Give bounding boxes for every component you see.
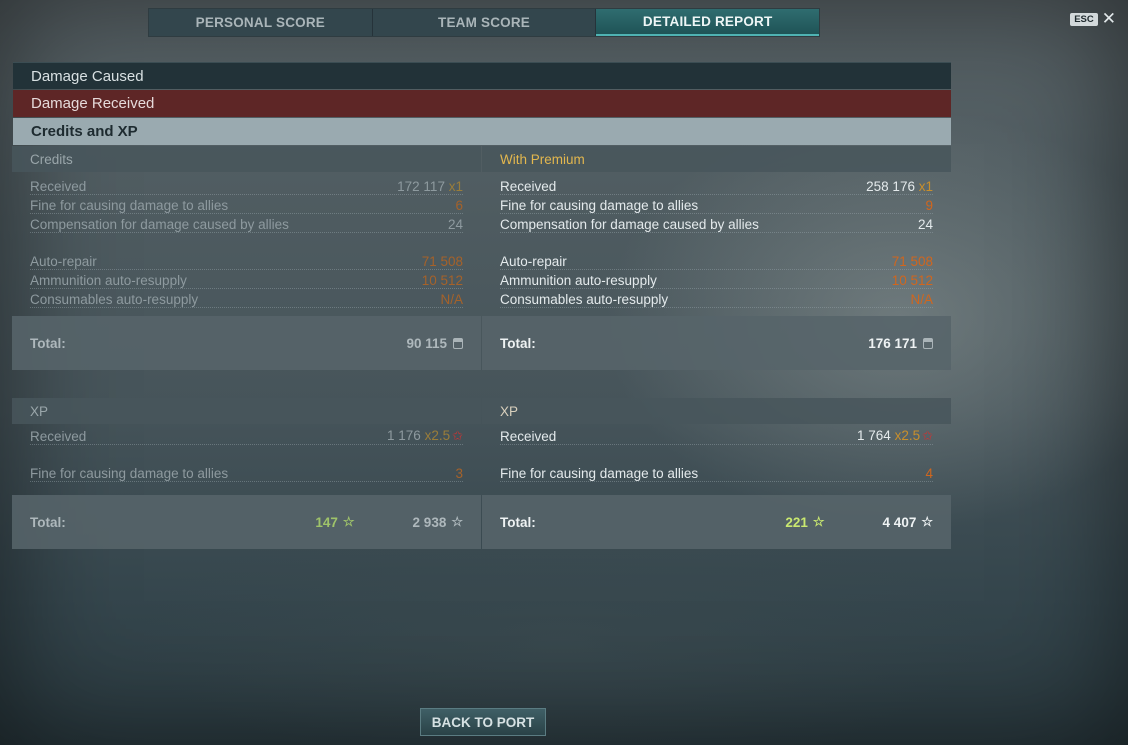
value: 6 xyxy=(455,198,463,213)
row-fine: Fine for causing damage to allies 3 xyxy=(30,463,463,482)
value: 4 xyxy=(925,466,933,481)
total-value: 90 115 xyxy=(406,335,447,351)
xp-panel-premium: XP Received 1 764 x2.5 ✩ Fine for causing… xyxy=(482,398,951,482)
row-auto-repair: Auto-repair 71 508 xyxy=(30,251,463,270)
star-bonus-icon: ✩ xyxy=(452,428,463,443)
panel-title: Credits xyxy=(12,146,481,172)
back-to-port-button[interactable]: BACK TO PORT xyxy=(420,708,546,736)
row-consumables-resupply: Consumables auto-resupply N/A xyxy=(30,289,463,308)
multiplier: x2.5 xyxy=(894,428,921,443)
panel-title: XP xyxy=(12,398,481,424)
value: 1 764 xyxy=(857,428,891,443)
total-value: 176 171 xyxy=(868,335,917,351)
report-tabs: PERSONAL SCORE TEAM SCORE DETAILED REPOR… xyxy=(148,8,820,37)
xp-total-standard: Total: 147 ☆ 2 938 ☆ xyxy=(12,495,481,549)
tab-personal-score[interactable]: PERSONAL SCORE xyxy=(149,9,373,36)
panel-title: XP xyxy=(482,398,951,424)
row-compensation: Compensation for damage caused by allies… xyxy=(30,214,463,233)
value: 172 117 xyxy=(397,179,445,194)
value: 9 xyxy=(925,198,933,213)
value: N/A xyxy=(440,292,463,307)
value: 1 176 xyxy=(387,428,421,443)
row-ammo-resupply: Ammunition auto-resupply 10 512 xyxy=(500,270,933,289)
free-xp-star-icon: ☆ xyxy=(342,514,355,529)
xp-panel-standard: XP Received 1 176 x2.5 ✩ Fine for causing… xyxy=(12,398,481,482)
esc-key-badge: ESC xyxy=(1070,12,1098,26)
close-icon[interactable]: ✕ xyxy=(1102,10,1116,27)
total-label: Total: xyxy=(500,514,536,530)
value: 71 508 xyxy=(421,254,463,269)
row-fine: Fine for causing damage to allies 6 xyxy=(30,195,463,214)
value: 71 508 xyxy=(891,254,933,269)
multiplier: x1 xyxy=(448,179,463,194)
xp-value: 2 938 xyxy=(412,514,447,530)
section-credits-xp[interactable]: Credits and XP xyxy=(13,118,951,145)
section-damage-caused[interactable]: Damage Caused xyxy=(13,62,951,89)
credits-total-standard: Total: 90 115 xyxy=(12,316,481,370)
row-ammo-resupply: Ammunition auto-resupply 10 512 xyxy=(30,270,463,289)
multiplier: x1 xyxy=(918,179,933,194)
row-fine: Fine for causing damage to allies 4 xyxy=(500,463,933,482)
xp-star-icon: ☆ xyxy=(921,514,933,529)
total-label: Total: xyxy=(500,335,536,351)
panel-title: With Premium xyxy=(482,146,951,172)
credits-icon xyxy=(923,337,933,349)
xp-value: 4 407 xyxy=(882,514,917,530)
credits-icon xyxy=(453,337,463,349)
xp-star-icon: ☆ xyxy=(451,514,463,529)
value: 10 512 xyxy=(891,273,933,288)
row-received: Received 258 176 x1 xyxy=(500,176,933,195)
row-received: Received 1 764 x2.5 ✩ xyxy=(500,428,933,445)
credits-total-premium: Total: 176 171 xyxy=(482,316,951,370)
credits-panel-premium: With Premium Received 258 176 x1 Fine fo… xyxy=(482,146,951,308)
total-label: Total: xyxy=(30,514,66,530)
tab-team-score[interactable]: TEAM SCORE xyxy=(373,9,597,36)
row-received: Received 1 176 x2.5 ✩ xyxy=(30,428,463,445)
value: 24 xyxy=(917,217,933,232)
multiplier: x2.5 xyxy=(424,428,451,443)
row-auto-repair: Auto-repair 71 508 xyxy=(500,251,933,270)
value: 3 xyxy=(455,466,463,481)
xp-total-premium: Total: 221 ☆ 4 407 ☆ xyxy=(482,495,951,549)
value: 10 512 xyxy=(421,273,463,288)
total-label: Total: xyxy=(30,335,66,351)
free-xp-value: 147 xyxy=(315,514,338,530)
value: 24 xyxy=(447,217,463,232)
row-compensation: Compensation for damage caused by allies… xyxy=(500,214,933,233)
value: N/A xyxy=(910,292,933,307)
row-fine: Fine for causing damage to allies 9 xyxy=(500,195,933,214)
credits-panel-standard: Credits Received 172 117 x1 Fine for cau… xyxy=(12,146,481,308)
value: 258 176 xyxy=(866,179,915,194)
free-xp-star-icon: ☆ xyxy=(812,514,825,529)
star-bonus-icon: ✩ xyxy=(922,428,933,443)
esc-close[interactable]: ESC ✕ xyxy=(1070,10,1116,27)
section-damage-received[interactable]: Damage Received xyxy=(13,90,951,117)
tab-detailed-report[interactable]: DETAILED REPORT xyxy=(596,9,820,36)
row-received: Received 172 117 x1 xyxy=(30,176,463,195)
row-consumables-resupply: Consumables auto-resupply N/A xyxy=(500,289,933,308)
free-xp-value: 221 xyxy=(785,514,808,530)
